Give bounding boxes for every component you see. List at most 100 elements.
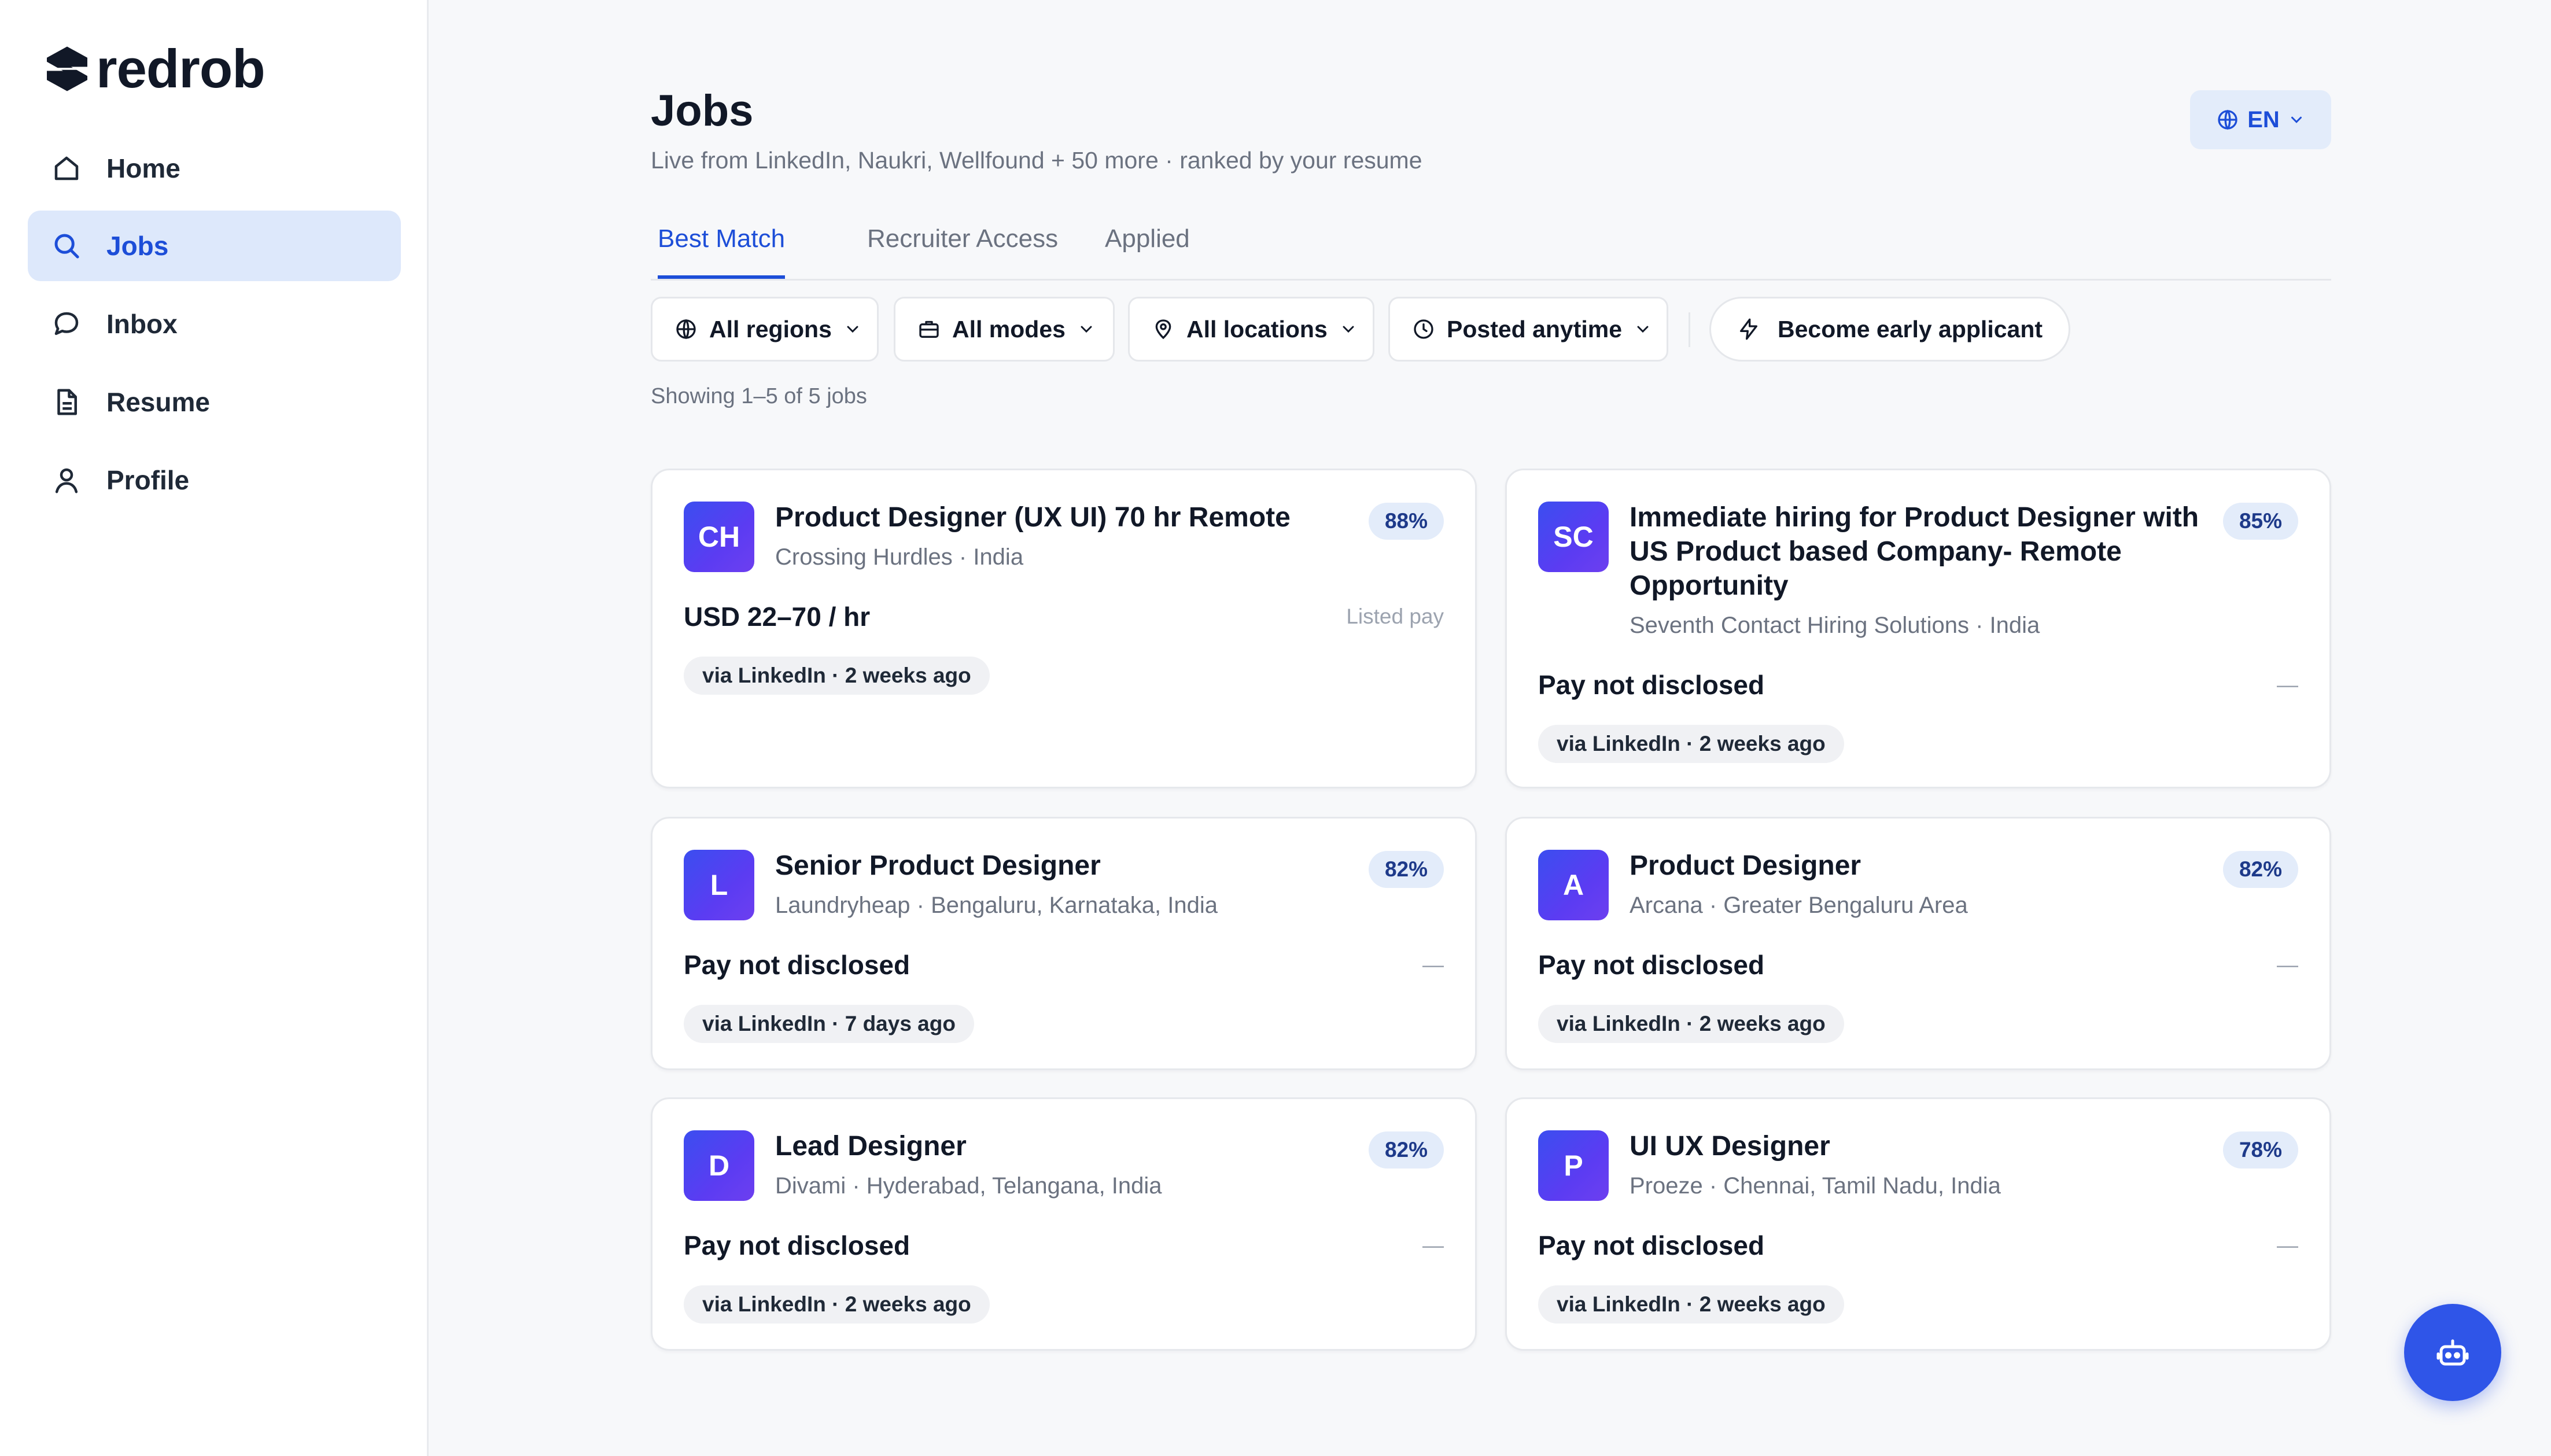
assistant-button[interactable] [2404, 1304, 2501, 1401]
job-company-location: Laundryheap · Bengaluru, Karnataka, Indi… [775, 893, 1218, 918]
job-title[interactable]: Senior Product Designer [775, 849, 1354, 883]
job-title[interactable]: Product Designer (UX UI) 70 hr Remote [775, 500, 1354, 535]
match-badge: 85% [2222, 503, 2298, 540]
filter-label: Posted anytime [1447, 315, 1623, 342]
chat-icon [54, 312, 79, 336]
lightning-icon [1739, 318, 1757, 340]
search-icon [54, 234, 79, 259]
sidebar-item-jobs[interactable]: Jobs [28, 211, 401, 281]
company-avatar: L [684, 850, 754, 920]
job-company-location: Divami · Hyderabad, Telangana, India [775, 1173, 1162, 1199]
sidebar-item-inbox[interactable]: Inbox [28, 289, 401, 359]
job-pay: Pay not disclosed [1538, 950, 1765, 980]
match-badge: 88% [1368, 503, 1444, 540]
sidebar-item-label: Inbox [106, 309, 178, 339]
company-avatar: P [1538, 1130, 1609, 1201]
language-label: EN [2247, 106, 2280, 132]
briefcase-icon [919, 320, 939, 338]
job-pay: Pay not disclosed [684, 1230, 910, 1260]
sidebar-item-label: Home [106, 153, 180, 183]
job-pay: Pay not disclosed [684, 950, 910, 980]
sidebar-item-label: Jobs [106, 231, 169, 261]
sidebar-item-profile[interactable]: Profile [28, 445, 401, 515]
globe-icon [676, 319, 696, 340]
chevron-down-icon [2291, 116, 2302, 123]
job-card[interactable]: P UI UX Designer Proeze · Chennai, Tamil… [1505, 1097, 2331, 1351]
early-applicant-label: Become early applicant [1777, 315, 2043, 342]
filter-posted[interactable]: Posted anytime [1388, 297, 1668, 362]
job-pay: USD 22–70 / hr [684, 602, 871, 632]
clock-icon [1414, 319, 1433, 339]
document-icon [57, 389, 77, 415]
company-avatar: D [684, 1130, 754, 1201]
sidebar-item-label: Resume [106, 387, 210, 417]
sidebar-item-resume[interactable]: Resume [28, 367, 401, 437]
pay-note: — [1422, 953, 1444, 976]
job-title[interactable]: UI UX Designer [1630, 1129, 2208, 1163]
job-pay: Pay not disclosed [1538, 1230, 1765, 1260]
sidebar: redrob Home Jobs Inbox Resume Profile [0, 0, 429, 1456]
company-avatar: SC [1538, 502, 1609, 572]
job-company-location: Seventh Contact Hiring Solutions · India [1630, 613, 2040, 638]
pay-note: Listed pay [1346, 604, 1444, 628]
filter-label: All modes [952, 315, 1066, 342]
job-card[interactable]: A Product Designer Arcana · Greater Beng… [1505, 817, 2331, 1070]
filter-modes[interactable]: All modes [894, 297, 1115, 362]
filter-locations[interactable]: All locations [1128, 297, 1374, 362]
logo-text: redrob [96, 38, 266, 99]
job-title[interactable]: Immediate hiring for Product Designer wi… [1630, 500, 2208, 603]
job-card[interactable]: L Senior Product Designer Laundryheap · … [651, 817, 1477, 1070]
job-source-chip: via LinkedIn · 2 weeks ago [1538, 725, 1844, 763]
tab-recruiter-access[interactable]: Recruiter Access [867, 224, 1058, 279]
chevron-down-icon [1637, 326, 1649, 333]
pay-note: — [2277, 673, 2298, 696]
job-source-chip: via LinkedIn · 2 weeks ago [684, 657, 990, 695]
home-icon [54, 156, 79, 180]
language-selector[interactable]: EN [2190, 90, 2331, 149]
page-title: Jobs [651, 86, 754, 135]
pay-note: — [1422, 1233, 1444, 1257]
filter-label: All locations [1186, 315, 1328, 342]
logo[interactable]: redrob [43, 38, 266, 99]
job-source-chip: via LinkedIn · 7 days ago [684, 1005, 974, 1043]
sidebar-item-home[interactable]: Home [28, 133, 401, 204]
pay-note: — [2277, 953, 2298, 976]
match-badge: 82% [2222, 851, 2298, 888]
job-company-location: Arcana · Greater Bengaluru Area [1630, 893, 1968, 918]
main-content: Jobs Live from LinkedIn, Naukri, Wellfou… [429, 0, 2551, 1456]
job-card[interactable]: SC Immediate hiring for Product Designer… [1505, 469, 2331, 788]
match-badge: 82% [1368, 851, 1444, 888]
filter-label: All regions [709, 315, 832, 342]
page-subtitle: Live from LinkedIn, Naukri, Wellfound + … [651, 147, 1422, 174]
job-card[interactable]: D Lead Designer Divami · Hyderabad, Tela… [651, 1097, 1477, 1351]
filter-regions[interactable]: All regions [651, 297, 879, 362]
match-badge: 82% [1368, 1131, 1444, 1169]
tab-best-match[interactable]: Best Match [658, 224, 786, 279]
chevron-down-icon [847, 326, 858, 333]
match-badge: 78% [2222, 1131, 2298, 1169]
location-pin-icon [1155, 319, 1171, 340]
filter-divider [1689, 312, 1690, 347]
globe-icon [2218, 109, 2237, 130]
job-source-chip: via LinkedIn · 2 weeks ago [1538, 1005, 1844, 1043]
redrob-logo-icon [47, 46, 87, 91]
job-source-chip: via LinkedIn · 2 weeks ago [684, 1285, 990, 1324]
pay-note: — [2277, 1233, 2298, 1257]
job-company-location: Crossing Hurdles · India [775, 544, 1024, 570]
company-avatar: CH [684, 502, 754, 572]
sidebar-item-label: Profile [106, 465, 190, 495]
job-title[interactable]: Product Designer [1630, 849, 2208, 883]
user-icon [55, 468, 78, 493]
tab-bar: Best Match Recruiter Access Applied [651, 219, 2331, 281]
job-title[interactable]: Lead Designer [775, 1129, 1354, 1163]
results-count: Showing 1–5 of 5 jobs [651, 384, 867, 408]
job-company-location: Proeze · Chennai, Tamil Nadu, India [1630, 1173, 2001, 1199]
tab-applied[interactable]: Applied [1105, 224, 1190, 279]
job-card[interactable]: CH Product Designer (UX UI) 70 hr Remote… [651, 469, 1477, 788]
job-pay: Pay not disclosed [1538, 670, 1765, 700]
chevron-down-icon [1343, 326, 1354, 333]
chevron-down-icon [1081, 326, 1092, 333]
job-source-chip: via LinkedIn · 2 weeks ago [1538, 1285, 1844, 1324]
robot-icon [2436, 1339, 2469, 1366]
early-applicant-button[interactable]: Become early applicant [1709, 297, 2070, 362]
